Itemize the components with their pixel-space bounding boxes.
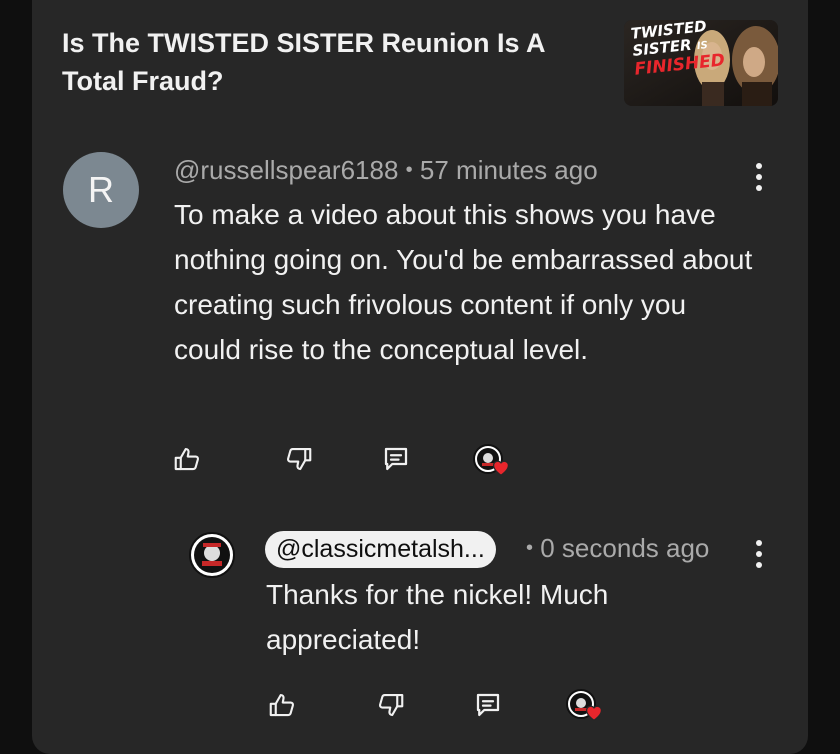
reply-meta: • 0 seconds ago — [526, 533, 709, 564]
comment-text: To make a video about this shows you hav… — [174, 199, 753, 365]
video-title[interactable]: Is The TWISTED SISTER Reunion Is A Total… — [62, 24, 602, 100]
meta-separator: • — [526, 537, 534, 559]
comment-meta: @russellspear6188 • 57 minutes ago — [174, 155, 598, 186]
avatar-letter: R — [88, 169, 114, 210]
creator-heart-icon — [473, 444, 515, 486]
meta-separator: • — [405, 159, 413, 181]
reply-text: Thanks for the nickel! Much appreciated! — [266, 579, 609, 655]
thumbs-up-icon[interactable] — [266, 689, 298, 721]
more-vert-icon[interactable] — [755, 540, 763, 568]
comment-time: 57 minutes ago — [419, 155, 598, 185]
thumbs-down-icon[interactable] — [375, 689, 407, 721]
reply-icon[interactable] — [380, 443, 412, 475]
reply-author-chip[interactable]: @classicmetalsh... — [265, 531, 496, 568]
thumbnail-line-2-small: IS — [696, 39, 709, 53]
creator-heart-icon — [566, 689, 608, 731]
thumbs-up-icon[interactable] — [171, 443, 203, 475]
reply-avatar[interactable] — [189, 532, 235, 578]
reply-icon[interactable] — [472, 689, 504, 721]
thumbnail-caption: TWISTED SISTER IS FINISHED — [630, 20, 726, 80]
reply-time: 0 seconds ago — [540, 533, 710, 563]
comment-author[interactable]: @russellspear6188 — [174, 155, 398, 185]
thumbs-down-icon[interactable] — [283, 443, 315, 475]
video-thumbnail[interactable]: TWISTED SISTER IS FINISHED — [624, 20, 778, 106]
avatar[interactable]: R — [63, 152, 139, 228]
more-vert-icon[interactable] — [755, 163, 763, 191]
